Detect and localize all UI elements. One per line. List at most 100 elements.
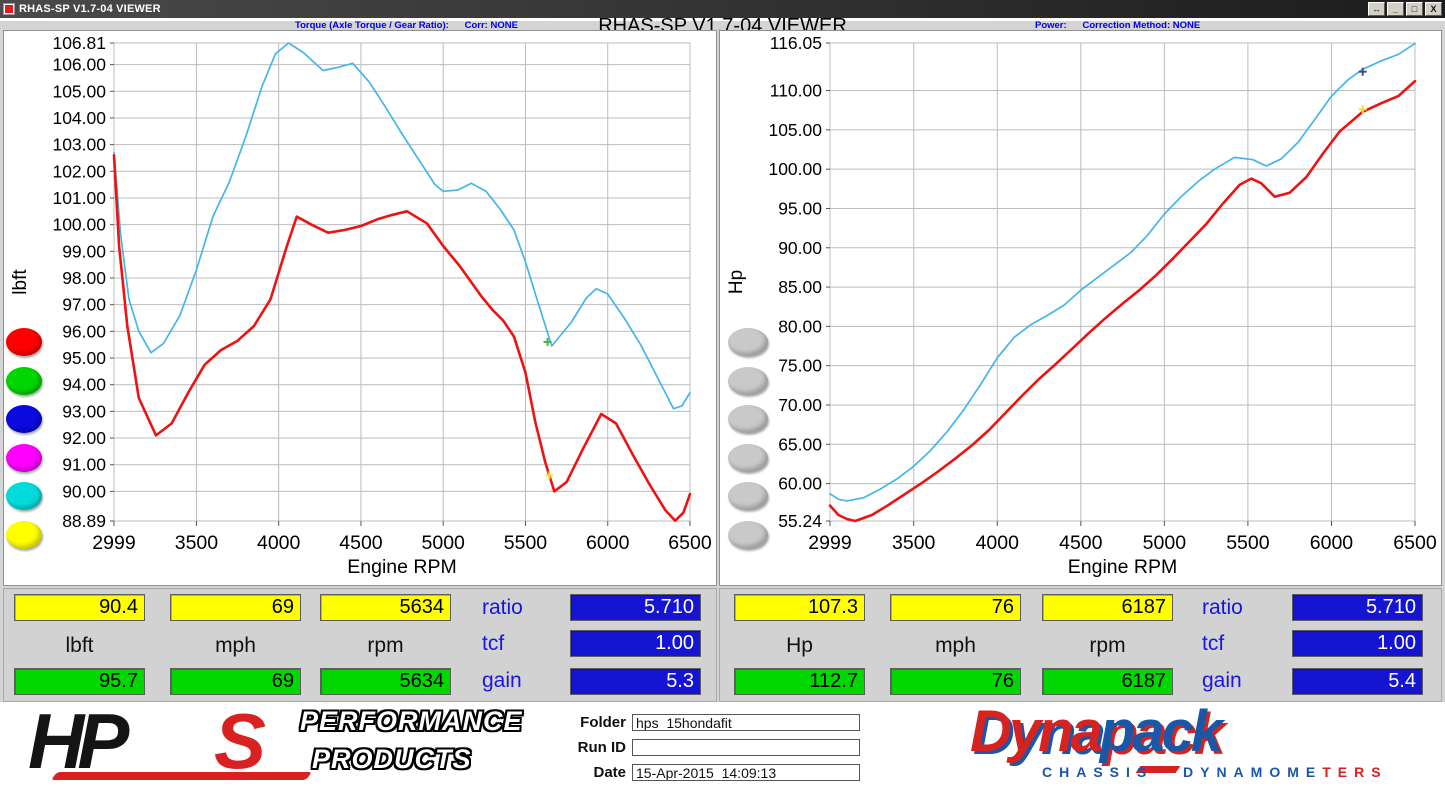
y-tick-label: 95.00	[62, 348, 106, 368]
run-id-label: Run ID	[560, 739, 632, 756]
torque-unit-label: lbft	[14, 634, 145, 658]
app-icon	[3, 3, 15, 15]
dynapack-dyna: Dyna	[970, 699, 1100, 764]
y-tick-label: 104.00	[52, 108, 106, 128]
run-select-button-3[interactable]	[6, 405, 42, 433]
rpm-unit-label: rpm	[320, 634, 451, 658]
x-tick-label: 6000	[586, 532, 630, 554]
chart-svg: 106.81106.00105.00104.00103.00102.00101.…	[4, 31, 716, 585]
dynapack-ters: TERS	[1322, 764, 1387, 780]
ratio-label: ratio	[482, 596, 523, 620]
run-select-button-3[interactable]	[728, 405, 768, 433]
date-field[interactable]	[632, 764, 860, 781]
restore-button[interactable]: □	[1406, 2, 1423, 16]
speed-unit-label: mph	[890, 634, 1021, 658]
plot-area	[114, 43, 690, 521]
y-axis-label: Hp	[726, 270, 747, 294]
torque-chart-panel: 106.81106.00105.00104.00103.00102.00101.…	[3, 30, 717, 586]
run-select-button-2[interactable]	[728, 367, 768, 395]
tcf-label: tcf	[1202, 632, 1224, 656]
y-axis-label: lbft	[10, 269, 31, 295]
y-tick-label: 95.00	[778, 198, 822, 218]
y-tick-label: 88.89	[62, 511, 106, 531]
y-tick-label: 106.81	[52, 33, 106, 53]
ratio-value: 5.710	[570, 594, 701, 621]
folder-label: Folder	[560, 714, 632, 731]
hps-logo-swoosh	[51, 772, 312, 780]
x-tick-label: 4000	[257, 532, 301, 554]
power-header-label: Power: Correction Method: NONE	[1035, 20, 1200, 31]
y-tick-label: 55.24	[778, 511, 822, 531]
window-controls: ↔ _ □ X	[1368, 2, 1442, 16]
dynapack-wordmark: Dynapack	[970, 698, 1220, 765]
y-tick-label: 92.00	[62, 428, 106, 448]
dynapack-chassis-label: CHASSIS	[1042, 764, 1153, 780]
y-tick-label: 98.00	[62, 268, 106, 288]
tcf-value: 1.00	[1292, 630, 1423, 657]
y-tick-label: 105.00	[768, 120, 822, 140]
tcf-label: tcf	[482, 632, 504, 656]
y-tick-label: 75.00	[778, 356, 822, 376]
speed-cursor-value-run1: 69	[170, 594, 301, 621]
y-tick-label: 90.00	[62, 481, 106, 501]
power-unit-label: Hp	[734, 634, 865, 658]
y-tick-label: 65.00	[778, 434, 822, 454]
x-tick-label: 4000	[976, 532, 1020, 554]
y-tick-label: 100.00	[52, 215, 106, 235]
rpm-unit-label: rpm	[1042, 634, 1173, 658]
y-tick-label: 80.00	[778, 316, 822, 336]
y-tick-label: 90.00	[778, 238, 822, 258]
hps-logo: HP S PERFORMANCE PRODUCTS	[14, 702, 514, 789]
x-axis-label: Engine RPM	[347, 556, 456, 578]
x-tick-label: 5500	[1226, 532, 1270, 554]
y-tick-label: 94.00	[62, 375, 106, 395]
plot-area	[830, 43, 1415, 521]
date-label: Date	[560, 764, 632, 781]
page-title: RHAS-SP V1.7-04 VIEWER	[0, 15, 1445, 30]
ratio-label: ratio	[1202, 596, 1243, 620]
gain-value: 5.4	[1292, 668, 1423, 695]
run-select-button-4[interactable]	[728, 444, 768, 472]
y-tick-label: 85.00	[778, 277, 822, 297]
run-select-button-1[interactable]	[6, 328, 42, 356]
x-tick-label: 6500	[668, 532, 712, 554]
speed-cursor-value-run1: 76	[890, 594, 1021, 621]
speed-cursor-value-run2: 69	[170, 668, 301, 695]
run-id-field[interactable]	[632, 739, 860, 756]
close-button[interactable]: X	[1425, 2, 1442, 16]
y-tick-label: 60.00	[778, 474, 822, 494]
resize-button[interactable]: ↔	[1368, 2, 1385, 16]
hps-tagline-products: PRODUCTS	[312, 744, 472, 775]
window-title: RHAS-SP V1.7-04 VIEWER	[19, 3, 161, 15]
chart-svg: 116.05110.00105.00100.0095.0090.0085.008…	[720, 31, 1441, 585]
rpm-cursor-value-run1: 6187	[1042, 594, 1173, 621]
gain-value: 5.3	[570, 668, 701, 695]
x-tick-label: 4500	[339, 532, 383, 554]
run-select-button-6[interactable]	[728, 521, 768, 549]
y-tick-label: 97.00	[62, 295, 106, 315]
footer: HP S PERFORMANCE PRODUCTS Folder Run ID …	[0, 702, 1445, 789]
x-tick-label: 6000	[1310, 532, 1354, 554]
run-select-button-4[interactable]	[6, 444, 42, 472]
run-select-button-1[interactable]	[728, 328, 768, 356]
x-tick-label: 2999	[808, 532, 851, 554]
gain-label: gain	[482, 669, 522, 693]
y-tick-label: 99.00	[62, 241, 106, 261]
run-select-button-2[interactable]	[6, 367, 42, 395]
minimize-button[interactable]: _	[1387, 2, 1404, 16]
torque-data-panel: 90.4 69 5634 lbft mph rpm 95.7 69 5634 r…	[3, 588, 717, 702]
run-select-button-6[interactable]	[6, 521, 42, 549]
folder-field[interactable]	[632, 714, 860, 731]
hps-tagline-performance: PERFORMANCE	[300, 706, 523, 737]
x-tick-label: 5000	[422, 532, 466, 554]
run-info-form: Folder Run ID Date	[560, 702, 880, 789]
y-tick-label: 106.00	[52, 55, 106, 75]
x-tick-label: 3500	[892, 532, 936, 554]
x-tick-label: 5500	[504, 532, 548, 554]
y-tick-label: 91.00	[62, 455, 106, 475]
speed-unit-label: mph	[170, 634, 301, 658]
y-tick-label: 93.00	[62, 401, 106, 421]
gain-label: gain	[1202, 669, 1242, 693]
rpm-cursor-value-run2: 6187	[1042, 668, 1173, 695]
y-tick-label: 70.00	[778, 395, 822, 415]
